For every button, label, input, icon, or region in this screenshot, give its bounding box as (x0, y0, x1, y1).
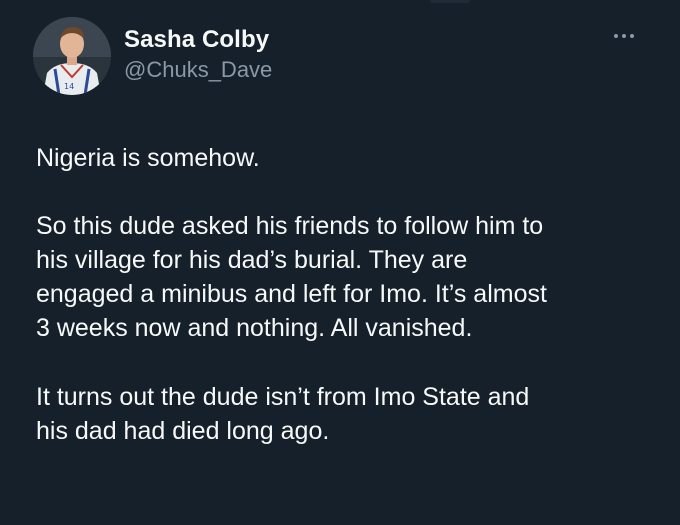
more-options-icon[interactable] (614, 34, 634, 38)
tweet-card: 14 Sasha Colby @Chuks_Dave Nigeria is so… (0, 0, 680, 525)
user-handle[interactable]: @Chuks_Dave (124, 56, 272, 84)
display-name[interactable]: Sasha Colby (124, 26, 272, 54)
dot (630, 34, 634, 38)
tweet-line: engaged a minibus and left for Imo. It’s… (36, 280, 547, 308)
profile-photo: 14 (33, 17, 111, 95)
author-block: Sasha Colby @Chuks_Dave (124, 26, 272, 84)
tweet-text: Nigeria is somehow. So this dude asked h… (36, 141, 656, 448)
top-divider (430, 0, 470, 3)
dot (622, 34, 626, 38)
avatar[interactable]: 14 (33, 17, 111, 95)
svg-text:14: 14 (64, 82, 74, 91)
tweet-line: his dad had died long ago. (36, 417, 330, 445)
tweet-paragraph: Nigeria is somehow. (36, 144, 260, 172)
tweet-line: 3 weeks now and nothing. All vanished. (36, 314, 473, 342)
tweet-paragraph: So this dude asked his friends to follow… (36, 209, 656, 345)
tweet-line: It turns out the dude isn’t from Imo Sta… (36, 383, 530, 411)
tweet-paragraph: It turns out the dude isn’t from Imo Sta… (36, 380, 656, 448)
tweet-line: So this dude asked his friends to follow… (36, 212, 544, 240)
tweet-line: his village for his dad’s burial. They a… (36, 246, 468, 274)
dot (614, 34, 618, 38)
